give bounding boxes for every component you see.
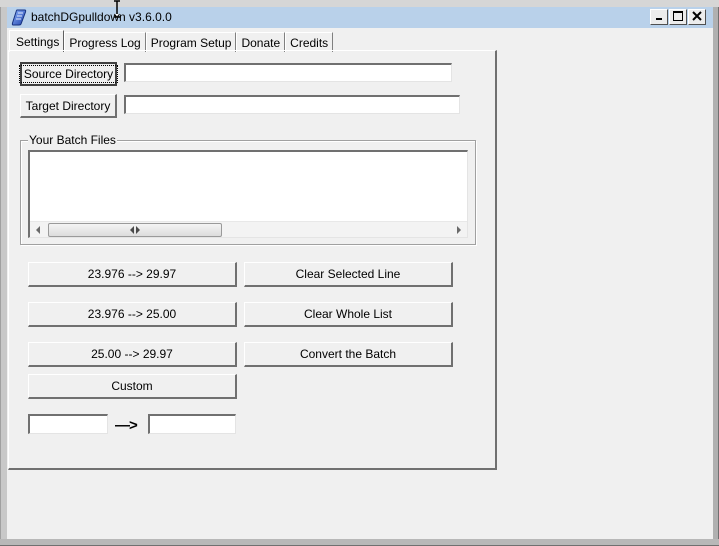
- tab-label: Donate: [241, 35, 281, 50]
- batch-files-group-label: Your Batch Files: [28, 133, 117, 147]
- batch-files-list[interactable]: [28, 150, 468, 238]
- button-label: 23.976 --> 25.00: [87, 307, 177, 321]
- button-label: Convert the Batch: [299, 347, 397, 361]
- convert-23976-to-2997-button[interactable]: 23.976 --> 29.97: [28, 262, 237, 287]
- source-directory-input[interactable]: [124, 63, 452, 82]
- close-icon: [692, 10, 702, 24]
- scrollbar-thumb[interactable]: [48, 223, 222, 237]
- window-frame-bottom: [0, 539, 719, 546]
- horizontal-scrollbar[interactable]: [30, 221, 467, 237]
- tab-program-setup[interactable]: Program Setup: [145, 32, 237, 52]
- clear-selected-line-button[interactable]: Clear Selected Line: [244, 262, 453, 287]
- window-frame-left: [0, 7, 7, 546]
- close-button[interactable]: [688, 9, 706, 25]
- button-label: Clear Whole List: [303, 307, 393, 321]
- button-label: Custom: [111, 379, 153, 393]
- target-directory-input[interactable]: [124, 95, 460, 114]
- tab-label: Progress Log: [69, 35, 141, 50]
- window-frame-right: [713, 7, 719, 546]
- convert-2500-to-2997-button[interactable]: 25.00 --> 29.97: [28, 342, 237, 367]
- minimize-icon: [654, 10, 664, 24]
- maximize-button[interactable]: [669, 9, 687, 25]
- grip-icon: [129, 223, 141, 237]
- clear-whole-list-button[interactable]: Clear Whole List: [244, 302, 453, 327]
- app-scroll-icon: [11, 9, 27, 26]
- app-window: batchDGpulldown v3.6.0.0 Settings Progre…: [0, 0, 719, 546]
- tab-credits[interactable]: Credits: [285, 32, 334, 52]
- tab-label: Credits: [290, 35, 329, 50]
- convert-batch-button[interactable]: Convert the Batch: [244, 342, 453, 367]
- convert-23976-to-2500-button[interactable]: 23.976 --> 25.00: [28, 302, 237, 327]
- scroll-right-arrow-icon[interactable]: [454, 225, 464, 235]
- custom-to-rate-input[interactable]: [148, 414, 236, 434]
- tab-strip: Settings Progress Log Program Setup Dona…: [9, 30, 334, 52]
- source-directory-button[interactable]: Source Directory: [18, 62, 119, 86]
- target-directory-text: Target Directory: [25, 98, 111, 113]
- maximize-icon: [673, 10, 683, 24]
- tab-label: Program Setup: [150, 35, 232, 50]
- window-top-edge: [0, 0, 719, 7]
- text-cursor-icon: [111, 0, 123, 18]
- button-label: Clear Selected Line: [295, 267, 401, 281]
- tab-donate[interactable]: Donate: [236, 32, 286, 52]
- tab-label: Settings: [16, 34, 60, 49]
- target-directory-button[interactable]: Source Directory Target Directory: [20, 94, 117, 118]
- source-directory-label: Source Directory: [18, 65, 119, 83]
- button-label: 25.00 --> 29.97: [91, 347, 173, 361]
- tab-progress-log[interactable]: Progress Log: [64, 32, 146, 52]
- button-label: 23.976 --> 29.97: [87, 267, 177, 281]
- custom-convert-button[interactable]: Custom: [28, 374, 237, 399]
- minimize-button[interactable]: [650, 9, 668, 25]
- tab-settings[interactable]: Settings: [9, 30, 65, 52]
- arrow-label: —>: [115, 417, 138, 434]
- scroll-left-arrow-icon[interactable]: [33, 225, 43, 235]
- window-title: batchDGpulldown v3.6.0.0: [31, 10, 172, 24]
- custom-from-rate-input[interactable]: [28, 414, 108, 434]
